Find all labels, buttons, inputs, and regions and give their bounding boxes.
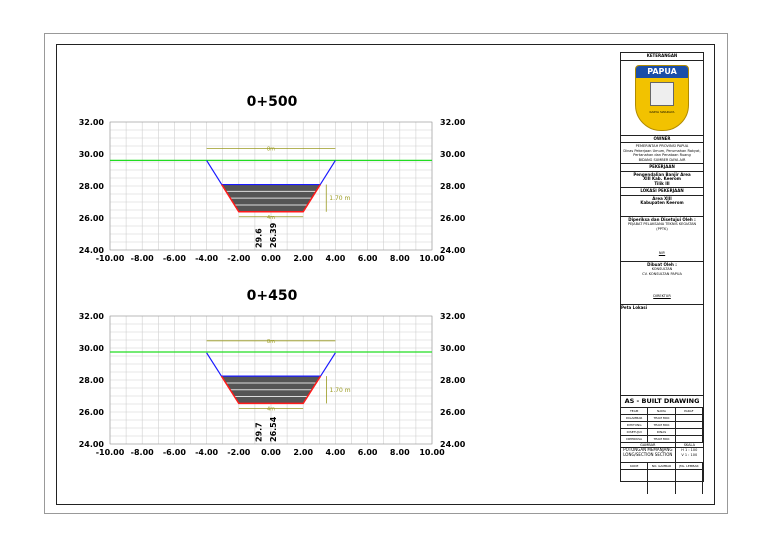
y-tick-label-left: 32.00	[79, 312, 105, 321]
x-tick-label: -6.00	[163, 254, 186, 263]
top-elevation-label: 29.6	[254, 228, 263, 248]
bottom-table: KODE NO. GAMBAR JML. LEMBAR	[621, 463, 703, 494]
x-tick-label: 2.00	[293, 448, 313, 457]
x-tick-label: 0.00	[261, 448, 281, 457]
bottom-width-label: 4m	[267, 406, 275, 412]
papua-logo: PAPUA KARYA SWADAYA	[621, 61, 703, 136]
y-tick-label-left: 26.00	[79, 214, 105, 223]
x-tick-label: 2.00	[293, 254, 313, 263]
x-tick-label: -8.00	[131, 448, 154, 457]
team-table: TEAM NAMA PARAF DIGAMBAR TEAM MKK DIHITUNG T…	[621, 407, 703, 443]
top-width-label: 8m	[267, 146, 275, 152]
title-block: KETERANGAN PAPUA KARYA SWADAYA OWNER PEME…	[620, 52, 704, 494]
owner-info: PEMERINTAH PROVINSI PAPUA Dinas Pekerjaan…	[621, 143, 703, 164]
x-tick-label: 0.00	[261, 254, 281, 263]
as-built-title: AS - BUILT DRAWING	[621, 396, 703, 408]
x-tick-label: 4.00	[326, 254, 346, 263]
top-elevation-label: 29.7	[254, 422, 263, 442]
pekerjaan-info: Pengendalian Banjir Area XIII Kab. Keerom…	[621, 172, 703, 188]
pekerjaan-label: PEKERJAAN	[621, 164, 703, 172]
keterangan-header: KETERANGAN	[621, 53, 703, 61]
depth-label: 1.70 m	[330, 387, 351, 394]
bottom-width-label: 4m	[267, 215, 275, 221]
owner-label: OWNER	[621, 136, 703, 143]
x-tick-label: 6.00	[358, 254, 378, 263]
top-width-label: 8m	[267, 339, 275, 345]
y-tick-label-right: 30.00	[440, 344, 466, 353]
dibuat-box: Dibuat Oleh : KONSULTAN CV. KONSULTAN PAPU…	[621, 262, 703, 305]
depth-label: 1.70 m	[329, 195, 350, 202]
y-tick-label-left: 28.00	[79, 182, 105, 191]
x-tick-label: -2.00	[227, 254, 250, 263]
x-tick-label: -10.00	[96, 448, 125, 457]
y-tick-label-left: 30.00	[79, 344, 105, 353]
x-tick-label: 8.00	[390, 254, 410, 263]
x-tick-label: -10.00	[96, 254, 125, 263]
y-tick-label-right: 32.00	[440, 312, 466, 321]
y-tick-label-right: 24.00	[440, 440, 466, 449]
x-tick-label: -8.00	[131, 254, 154, 263]
x-tick-label: -6.00	[163, 448, 186, 457]
y-tick-label-left: 24.00	[79, 246, 105, 255]
y-tick-label-left: 32.00	[79, 118, 105, 127]
bottom-elevation-label: 26.54	[269, 416, 278, 442]
x-tick-label: -4.00	[195, 254, 218, 263]
y-tick-label-right: 28.00	[440, 182, 466, 191]
x-tick-label: 4.00	[326, 448, 346, 457]
lokasi-info: Area XIII Kabupaten Keerom	[621, 196, 703, 217]
x-tick-label: 8.00	[390, 448, 410, 457]
y-tick-label-left: 24.00	[79, 440, 105, 449]
y-tick-label-left: 26.00	[79, 408, 105, 417]
lokasi-label: LOKASI PEKERJAAN	[621, 188, 703, 196]
y-tick-label-left: 30.00	[79, 150, 105, 159]
y-tick-label-left: 28.00	[79, 376, 105, 385]
drawing-sheet: 0+500 -10.00 -8.00 -6.00 -4.00 -2.00 0.00 2.00 4…	[0, 0, 768, 543]
y-tick-label-right: 30.00	[440, 150, 466, 159]
section-title: 0+500	[247, 94, 298, 110]
bottom-elevation-label: 26.39	[269, 222, 278, 248]
section-title: 0+450	[247, 288, 298, 304]
y-tick-label-right: 28.00	[440, 376, 466, 385]
peta-lokasi: Peta Lokasi	[621, 305, 703, 396]
x-tick-label: 6.00	[358, 448, 378, 457]
diperiksa-box: Diperiksa dan Disetujui Oleh : PEJABAT PE…	[621, 217, 703, 262]
y-tick-label-right: 26.00	[440, 408, 466, 417]
y-tick-label-right: 24.00	[440, 246, 466, 255]
x-tick-label: -2.00	[227, 448, 250, 457]
x-tick-label: 10.00	[419, 254, 445, 263]
y-tick-label-right: 32.00	[440, 118, 466, 127]
gambar-table: GAMBAR SKALA POTONGAN MEMANJANG LONG/SECT…	[621, 442, 703, 463]
x-tick-label: 10.00	[419, 448, 445, 457]
y-tick-label-right: 26.00	[440, 214, 466, 223]
x-tick-label: -4.00	[195, 448, 218, 457]
